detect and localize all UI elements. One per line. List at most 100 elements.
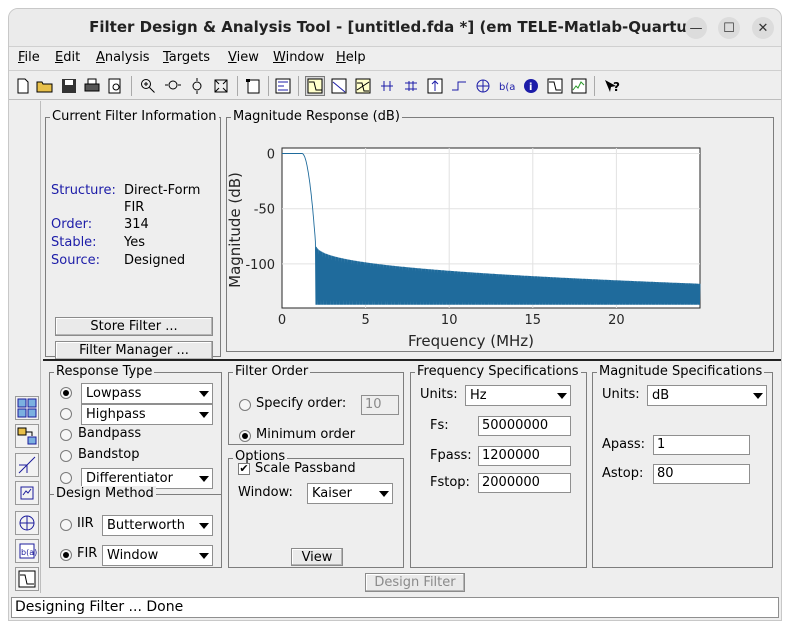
design-filter-mode-icon[interactable] [15,396,39,420]
radio-highpass[interactable] [60,408,72,420]
fir-label[interactable]: FIR [77,546,97,561]
pole-zero-icon[interactable] [473,76,493,96]
svg-text:b(a): b(a) [499,82,516,93]
scale-passband-checkbox[interactable]: ✔ [238,463,250,475]
filter-manager-button[interactable]: Filter Manager ... [55,341,213,360]
order-value: 314 [124,217,149,232]
phase-response-icon[interactable] [329,76,349,96]
fs-input[interactable]: 50000000 [478,416,571,436]
radio-lowpass[interactable] [60,387,72,399]
radio-minimum-order[interactable] [239,430,251,442]
print-preview-icon[interactable] [105,76,125,96]
specify-order-input[interactable]: 10 [361,395,399,415]
highpass-combo[interactable]: Highpass [81,404,213,425]
filter-structure-icon[interactable] [273,76,293,96]
iir-label[interactable]: IIR [77,516,94,531]
close-button[interactable]: ✕ [752,17,774,39]
zoom-in-icon[interactable] [138,76,158,96]
design-filter-button[interactable]: Design Filter [365,573,465,592]
whats-this-help-icon[interactable]: ? [602,76,622,96]
current-filter-title: Current Filter Information [50,109,219,125]
create-multirate-icon[interactable] [15,453,39,477]
mag-phase-icon[interactable] [353,76,373,96]
bandpass-label[interactable]: Bandpass [78,426,141,441]
window-title: Filter Design & Analysis Tool - [untitle… [89,18,703,36]
group-delay-icon[interactable] [377,76,397,96]
radio-iir[interactable] [60,519,72,531]
phase-delay-icon[interactable] [401,76,421,96]
response-type-title: Response Type [54,364,155,380]
fir-method-combo[interactable]: Window [102,545,213,566]
y-tick-label: -100 [245,258,275,273]
menu-targets[interactable]: Targets [163,50,210,65]
structure-value: Direct-Form [124,183,201,198]
window-combo[interactable]: Kaiser [307,483,393,504]
full-view-icon[interactable] [211,76,231,96]
lowpass-combo[interactable]: Lowpass [81,383,213,404]
noise-loading-icon[interactable] [569,76,589,96]
x-tick-label: 5 [361,313,369,328]
new-file-icon[interactable] [13,76,33,96]
save-icon[interactable] [59,76,79,96]
iir-method-combo[interactable]: Butterworth [102,515,213,536]
radio-specify-order[interactable] [239,399,251,411]
mag-units-combo[interactable]: dB [647,385,767,406]
menu-file[interactable]: File [18,50,40,65]
print-icon[interactable] [82,76,102,96]
magnitude-response-icon[interactable] [305,76,325,96]
radio-bandpass[interactable] [60,429,72,441]
menu-view[interactable]: View [228,50,259,65]
menu-analysis[interactable]: Analysis [96,50,150,65]
pole-zero-editor-icon[interactable] [15,511,39,535]
zoom-y-icon[interactable] [187,76,207,96]
import-filter-icon[interactable]: b(a) [15,539,39,563]
step-response-icon[interactable] [449,76,469,96]
apass-input[interactable]: 1 [653,435,750,455]
scale-passband-label[interactable]: Scale Passband [255,461,356,476]
radio-bandstop[interactable] [60,450,72,462]
store-filter-button[interactable]: Store Filter ... [55,317,213,336]
freq-units-label: Units: [420,387,458,402]
frequency-specs-panel: Frequency Specifications Units: Hz Fs: 5… [410,364,587,568]
magnitude-sidebar-icon[interactable] [15,567,39,591]
design-method-title: Design Method [54,486,156,502]
coefficients-icon[interactable]: b(a) [497,76,517,96]
radio-differentiator[interactable] [60,472,72,484]
bandstop-label[interactable]: Bandstop [78,447,139,462]
menu-bar: File Edit Analysis Targets View Window H… [9,47,781,69]
quantize-icon[interactable] [15,481,39,505]
new-figure-icon[interactable] [243,76,263,96]
astop-label: Astop: [602,466,644,481]
fstop-input[interactable]: 2000000 [478,473,571,493]
options-panel: Options ✔ Scale Passband Window: Kaiser … [228,449,404,568]
transform-filter-icon[interactable] [15,424,39,448]
y-axis-label: Magnitude (dB) [227,172,244,288]
freq-units-combo[interactable]: Hz [465,385,571,406]
fpass-input[interactable]: 1200000 [478,446,571,466]
menu-window[interactable]: Window [273,50,324,65]
zoom-x-icon[interactable] [163,76,183,96]
response-type-panel: Response Type Lowpass Highpass Bandpass … [49,364,222,496]
svg-text:i: i [529,82,532,93]
open-folder-icon[interactable] [35,76,55,96]
filter-info-icon[interactable]: i [521,76,541,96]
stable-label: Stable: [51,235,97,250]
magnitude-response-chart[interactable]: 0 5 10 15 20 0 -50 -100 Frequency (MHz) Magnitude… [227,118,773,351]
radio-fir[interactable] [60,549,72,561]
magnitude-estimate-icon[interactable] [545,76,565,96]
source-value: Designed [124,253,186,268]
frequency-specs-title: Frequency Specifications [415,364,581,380]
title-bar: Filter Design & Analysis Tool - [untitle… [9,9,781,47]
svg-text:?: ? [613,80,620,94]
menu-help[interactable]: Help [336,50,366,65]
maximize-button[interactable]: ☐ [718,17,740,39]
view-button[interactable]: View [291,548,343,566]
fstop-label: Fstop: [430,475,470,490]
minimize-button[interactable]: — [685,17,707,39]
y-tick-label: 0 [267,148,275,163]
specify-order-label[interactable]: Specify order: [256,396,346,411]
minimum-order-label[interactable]: Minimum order [256,427,355,442]
impulse-response-icon[interactable] [425,76,445,96]
menu-edit[interactable]: Edit [55,50,80,65]
astop-input[interactable]: 80 [653,464,750,484]
